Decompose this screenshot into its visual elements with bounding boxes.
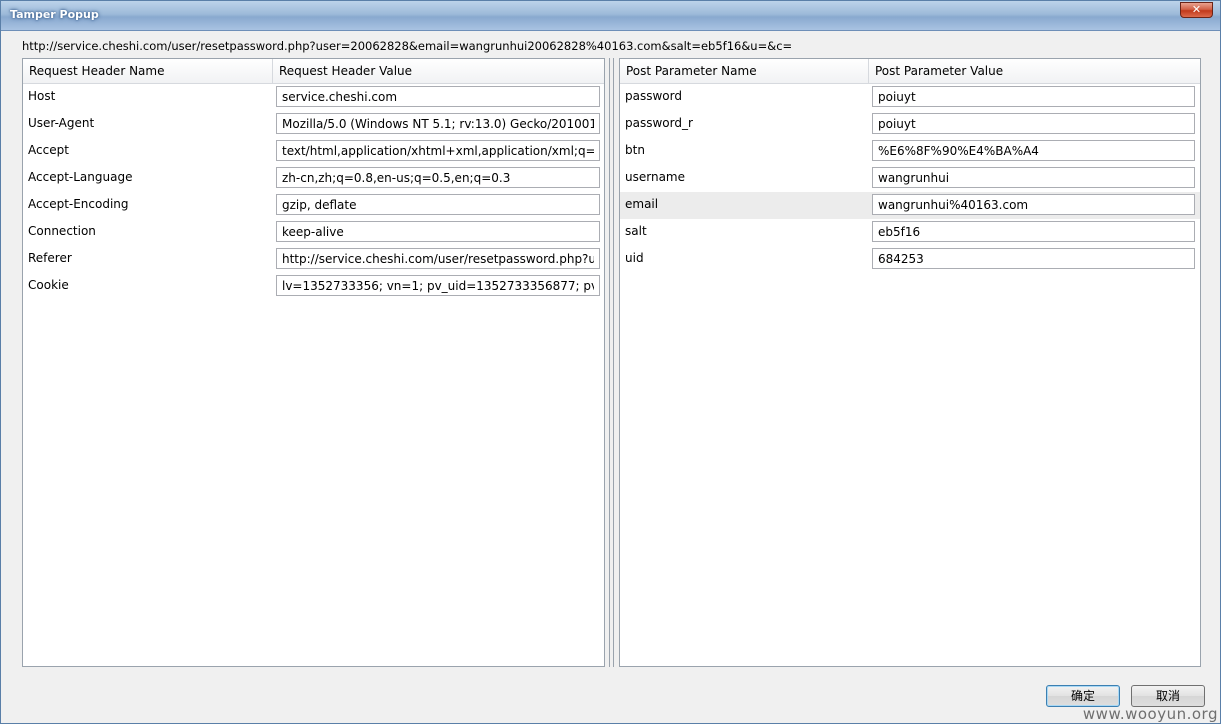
close-icon: ✕ xyxy=(1191,3,1202,16)
table-row-selected: email xyxy=(620,192,1200,219)
header-name: Cookie xyxy=(28,278,69,292)
param-name: uid xyxy=(625,251,644,265)
param-name: password_r xyxy=(625,116,693,130)
table-row: password xyxy=(620,84,1200,111)
table-row: User-Agent xyxy=(23,111,604,138)
table-row: Cookie xyxy=(23,273,604,300)
param-value-input[interactable] xyxy=(872,248,1195,269)
param-value-input[interactable] xyxy=(872,167,1195,188)
param-name: password xyxy=(625,89,682,103)
header-name: Accept-Encoding xyxy=(28,197,129,211)
param-value-input[interactable] xyxy=(872,86,1195,107)
param-name: email xyxy=(625,197,659,211)
param-name: salt xyxy=(625,224,647,238)
header-value-input[interactable] xyxy=(276,275,600,296)
table-row: Accept xyxy=(23,138,604,165)
cancel-button[interactable]: 取消 xyxy=(1131,685,1205,707)
table-row: Accept-Encoding xyxy=(23,192,604,219)
table-row: Referer xyxy=(23,246,604,273)
table-row: btn xyxy=(620,138,1200,165)
ok-button[interactable]: 确定 xyxy=(1046,685,1120,707)
panel-splitter[interactable] xyxy=(609,58,614,667)
header-name: Connection xyxy=(28,224,96,238)
param-value-input[interactable] xyxy=(872,140,1195,161)
request-headers-table: Request Header Name Request Header Value… xyxy=(22,58,605,667)
header-name: Accept-Language xyxy=(28,170,133,184)
title-bar[interactable]: Tamper Popup ✕ xyxy=(1,1,1220,31)
table-row: Host xyxy=(23,84,604,111)
header-name: Accept xyxy=(28,143,69,157)
table-header: Request Header Name Request Header Value xyxy=(23,59,604,84)
header-name: Host xyxy=(28,89,56,103)
table-row: password_r xyxy=(620,111,1200,138)
header-value-input[interactable] xyxy=(276,167,600,188)
tamper-popup-window: Tamper Popup ✕ http://service.cheshi.com… xyxy=(0,0,1221,724)
column-header-value[interactable]: Request Header Value xyxy=(273,59,412,83)
close-button[interactable]: ✕ xyxy=(1180,2,1213,18)
table-row: salt xyxy=(620,219,1200,246)
param-value-input[interactable] xyxy=(872,194,1195,215)
table-row: username xyxy=(620,165,1200,192)
window-title: Tamper Popup xyxy=(10,8,99,21)
table-header: Post Parameter Name Post Parameter Value xyxy=(620,59,1200,84)
watermark: www.wooyun.org xyxy=(1082,705,1218,723)
param-value-input[interactable] xyxy=(872,113,1195,134)
column-header-name[interactable]: Post Parameter Name xyxy=(620,59,869,83)
post-parameters-table: Post Parameter Name Post Parameter Value… xyxy=(619,58,1201,667)
header-name: Referer xyxy=(28,251,72,265)
header-value-input[interactable] xyxy=(276,194,600,215)
header-value-input[interactable] xyxy=(276,140,600,161)
param-name: btn xyxy=(625,143,645,157)
header-value-input[interactable] xyxy=(276,113,600,134)
header-value-input[interactable] xyxy=(276,86,600,107)
table-row: uid xyxy=(620,246,1200,273)
request-url: http://service.cheshi.com/user/resetpass… xyxy=(22,39,793,53)
param-value-input[interactable] xyxy=(872,221,1195,242)
header-name: User-Agent xyxy=(28,116,95,130)
header-value-input[interactable] xyxy=(276,221,600,242)
header-value-input[interactable] xyxy=(276,248,600,269)
table-row: Connection xyxy=(23,219,604,246)
column-header-name[interactable]: Request Header Name xyxy=(23,59,273,83)
table-row: Accept-Language xyxy=(23,165,604,192)
column-header-value[interactable]: Post Parameter Value xyxy=(869,59,1003,83)
param-name: username xyxy=(625,170,685,184)
